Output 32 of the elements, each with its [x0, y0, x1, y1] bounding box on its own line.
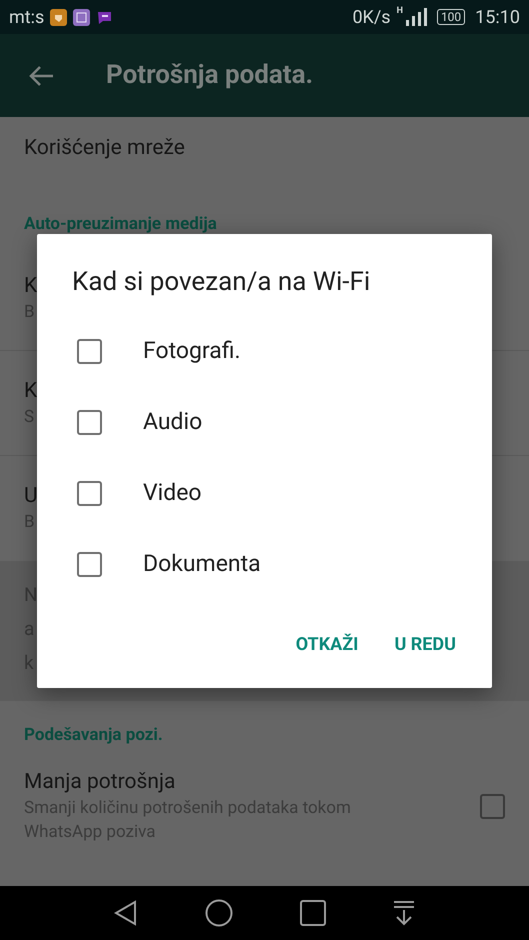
signal-icon	[404, 8, 427, 26]
checkbox[interactable]	[77, 552, 102, 577]
carrier-text: mt:s	[9, 6, 44, 30]
speed-text: 0K/s	[352, 6, 391, 30]
option-label[interactable]: Dokumenta	[143, 547, 261, 582]
battery-indicator: 100	[436, 9, 466, 25]
setting-title: K	[24, 272, 38, 300]
network-type-text: H	[396, 5, 403, 18]
checkbox[interactable]	[77, 410, 102, 435]
notification-pull-icon[interactable]	[392, 900, 416, 926]
option-label[interactable]: Video	[143, 476, 202, 511]
checkbox[interactable]	[480, 794, 505, 818]
option-label[interactable]: Audio	[143, 405, 202, 440]
dialog-button[interactable]: U REDU	[382, 623, 468, 666]
setting-title: Manja potrošnja	[24, 769, 176, 796]
clock-text: 15:10	[475, 6, 520, 30]
option-label[interactable]: Fotografi.	[143, 334, 241, 369]
dialog-button[interactable]: OTKAŽI	[284, 623, 370, 666]
dialog-title: Kad si povezan/a na Wi-Fi	[72, 266, 372, 298]
section-header: Podešavanja pozi.	[24, 724, 163, 746]
back-arrow-icon[interactable]	[28, 64, 54, 86]
section-header: Auto-preuzimanje medija	[24, 213, 217, 236]
recents-icon[interactable]	[300, 900, 326, 926]
screen-title: Potrošnja podata.	[106, 59, 314, 92]
setting-title: U	[24, 483, 38, 510]
app-notification-icon	[73, 8, 90, 26]
checkbox[interactable]	[77, 481, 102, 506]
app-notification-icon	[50, 8, 68, 26]
checkbox[interactable]	[77, 339, 102, 364]
setting-title: Korišćenje mreže	[24, 134, 185, 162]
setting-title: K	[24, 378, 38, 404]
home-icon[interactable]	[205, 899, 234, 927]
